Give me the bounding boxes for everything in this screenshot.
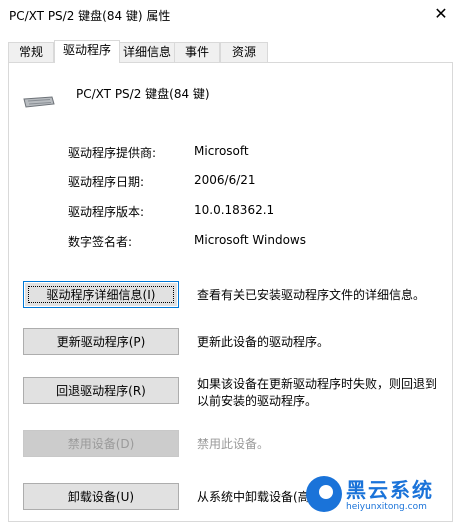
driver-details-desc: 查看有关已安装驱动程序文件的详细信息。 bbox=[197, 288, 426, 302]
disable-device-button[interactable]: 禁用设备(D) bbox=[23, 430, 179, 457]
tab-details[interactable]: 详细信息 bbox=[118, 42, 176, 62]
provider-value: Microsoft bbox=[194, 144, 249, 158]
date-value: 2006/6/21 bbox=[194, 173, 256, 187]
tab-resources[interactable]: 资源 bbox=[220, 42, 268, 62]
focus-ring bbox=[24, 282, 178, 307]
update-driver-button[interactable]: 更新驱动程序(P) bbox=[23, 328, 179, 355]
version-value: 10.0.18362.1 bbox=[194, 203, 275, 217]
driver-details-button[interactable]: 驱动程序详细信息(I) bbox=[23, 281, 179, 308]
rollback-driver-desc: 如果该设备在更新驱动程序时失败，则回退到以前安装的驱动程序。 bbox=[197, 377, 438, 408]
tab-driver[interactable]: 驱动程序 bbox=[54, 40, 120, 63]
close-button[interactable]: ✕ bbox=[430, 3, 452, 25]
watermark-logo: 黑云系统 heiyunxitong.com bbox=[298, 470, 460, 522]
signer-value: Microsoft Windows bbox=[194, 233, 306, 247]
disable-device-desc: 禁用此设备。 bbox=[197, 437, 270, 451]
watermark-text: 黑云系统 bbox=[346, 478, 434, 502]
version-label: 驱动程序版本: bbox=[68, 205, 145, 219]
device-name: PC/XT PS/2 键盘(84 键) bbox=[76, 87, 210, 101]
tab-events[interactable]: 事件 bbox=[174, 42, 220, 62]
update-driver-desc: 更新此设备的驱动程序。 bbox=[197, 335, 330, 349]
provider-label: 驱动程序提供商: bbox=[68, 146, 157, 160]
rollback-driver-button[interactable]: 回退驱动程序(R) bbox=[23, 377, 179, 404]
title-bar: PC/XT PS/2 键盘(84 键) 属性 ✕ bbox=[0, 0, 460, 30]
logo-icon bbox=[306, 476, 342, 512]
date-label: 驱动程序日期: bbox=[68, 175, 145, 189]
window-title: PC/XT PS/2 键盘(84 键) 属性 bbox=[9, 9, 171, 23]
tab-general[interactable]: 常规 bbox=[8, 42, 54, 62]
watermark-url: heiyunxitong.com bbox=[346, 502, 427, 512]
signer-label: 数字签名者: bbox=[68, 235, 133, 249]
uninstall-device-button[interactable]: 卸载设备(U) bbox=[23, 483, 179, 510]
tab-strip: 常规 驱动程序 详细信息 事件 资源 bbox=[0, 40, 460, 63]
keyboard-icon bbox=[22, 96, 56, 111]
